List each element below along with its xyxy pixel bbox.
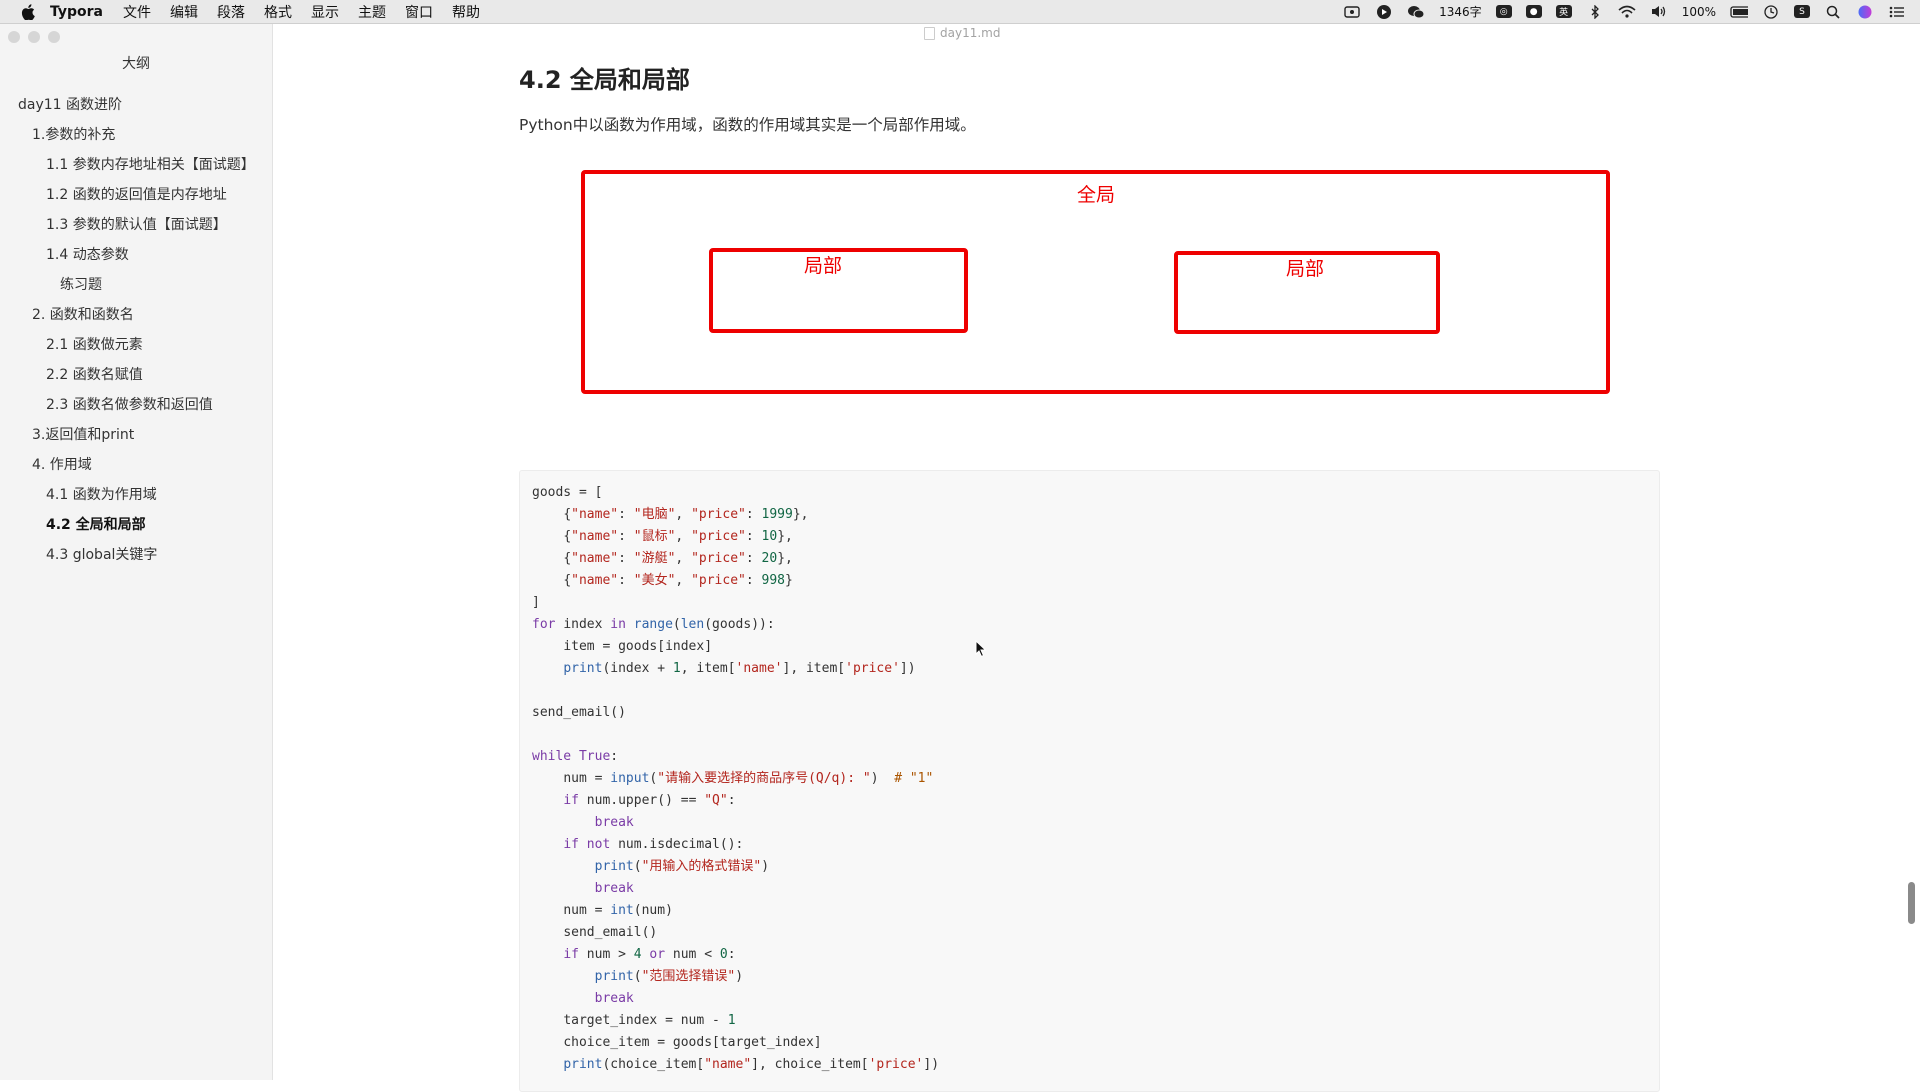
- section-heading: 4.2 全局和局部: [519, 66, 690, 94]
- menu-format[interactable]: 格式: [264, 2, 292, 22]
- menu-file[interactable]: 文件: [123, 2, 151, 22]
- battery-icon[interactable]: [1730, 5, 1748, 19]
- outline-item[interactable]: 1.2 函数的返回值是内存地址: [0, 180, 272, 210]
- code-line: item = goods[index]: [563, 639, 713, 654]
- code-line: num = input("请输入要选择的商品序号(Q/q): ") # "1": [563, 771, 934, 786]
- code-line: {"name": "电脑", "price": 1999},: [563, 507, 809, 522]
- scope-diagram: 全局 局部 局部: [581, 170, 1610, 394]
- media-play-icon[interactable]: [1375, 4, 1393, 19]
- outline-item[interactable]: 2. 函数和函数名: [0, 300, 272, 330]
- close-window-button[interactable]: [8, 31, 20, 43]
- paragraph-text: Python中以函数为作用域，函数的作用域其实是一个局部作用域。: [519, 116, 976, 134]
- mouse-pointer-icon: [975, 640, 987, 658]
- outline-item[interactable]: 4.3 global关键字: [0, 540, 272, 570]
- code-line: send_email(): [532, 705, 626, 720]
- siri-icon[interactable]: [1856, 5, 1874, 19]
- outline-item[interactable]: 练习题: [0, 270, 272, 300]
- window-controls: [8, 31, 60, 43]
- wifi-icon[interactable]: [1618, 5, 1636, 19]
- notification-center-icon[interactable]: [1888, 5, 1906, 19]
- microphone-icon[interactable]: ●: [1525, 5, 1542, 18]
- code-line: {"name": "游艇", "price": 20},: [563, 551, 793, 566]
- outline-item[interactable]: 4.1 函数为作用域: [0, 480, 272, 510]
- menubar: Typora 文件 编辑 段落 格式 显示 主题 窗口 帮助 1346字 ◎ ●…: [0, 0, 1920, 24]
- file-name: day11.md: [940, 26, 1001, 40]
- code-line: if not num.isdecimal():: [563, 837, 744, 852]
- input-language-badge[interactable]: 英: [1555, 5, 1572, 18]
- volume-icon[interactable]: [1650, 5, 1668, 19]
- zoom-window-button[interactable]: [48, 31, 60, 43]
- document-icon: [924, 26, 935, 40]
- outline-item[interactable]: 4.2 全局和局部: [0, 510, 272, 540]
- spotlight-search-icon[interactable]: [1824, 5, 1842, 19]
- local-scope-label-right: 局部: [1286, 258, 1324, 280]
- code-line: ]: [532, 595, 540, 610]
- outline-item[interactable]: day11 函数进阶: [0, 90, 272, 120]
- apple-icon[interactable]: [18, 1, 38, 23]
- wechat-icon[interactable]: [1407, 5, 1425, 19]
- menu-paragraph[interactable]: 段落: [217, 2, 245, 22]
- status-area: 1346字 ◎ ● 英 100% S: [1343, 0, 1906, 23]
- outline-item[interactable]: 2.1 函数做元素: [0, 330, 272, 360]
- code-line: print(choice_item["name"], choice_item['…: [563, 1057, 940, 1072]
- battery-percent: 100%: [1681, 4, 1716, 19]
- code-block[interactable]: goods = [ {"name": "电脑", "price": 1999},…: [519, 470, 1660, 1092]
- outline-item[interactable]: 2.2 函数名赋值: [0, 360, 272, 390]
- vertical-scrollbar[interactable]: [1908, 882, 1915, 924]
- code-line: break: [594, 881, 634, 896]
- app-name-menu[interactable]: Typora: [50, 4, 103, 20]
- menu-theme[interactable]: 主题: [358, 2, 386, 22]
- global-scope-label: 全局: [1077, 184, 1115, 206]
- code-content[interactable]: goods = [ {"name": "电脑", "price": 1999},…: [532, 482, 939, 1076]
- code-line: {"name": "美女", "price": 998}: [563, 573, 793, 588]
- code-line: break: [594, 815, 634, 830]
- minimize-window-button[interactable]: [28, 31, 40, 43]
- code-line: num = int(num): [563, 903, 673, 918]
- code-line: while True:: [532, 749, 619, 764]
- code-line: {"name": "鼠标", "price": 10},: [563, 529, 793, 544]
- menu-view[interactable]: 显示: [311, 2, 339, 22]
- outline-item[interactable]: 2.3 函数名做参数和返回值: [0, 390, 272, 420]
- menu-edit[interactable]: 编辑: [170, 2, 198, 22]
- input-method-icon[interactable]: ◎: [1495, 5, 1512, 18]
- outline-item[interactable]: 1.参数的补充: [0, 120, 272, 150]
- outline-list: day11 函数进阶 1.参数的补充 1.1 参数内存地址相关【面试题】 1.2 函数…: [0, 90, 272, 570]
- code-line: if num.upper() == "Q":: [563, 793, 736, 808]
- code-line: choice_item = goods[target_index]: [563, 1035, 822, 1050]
- word-count[interactable]: 1346字: [1439, 3, 1482, 20]
- sync-app-icon[interactable]: S: [1794, 5, 1810, 18]
- menu-help[interactable]: 帮助: [452, 2, 480, 22]
- bluetooth-icon[interactable]: [1586, 4, 1604, 19]
- code-line: if num > 4 or num < 0:: [563, 947, 736, 962]
- code-line: for index in range(len(goods)):: [532, 617, 775, 632]
- file-title: day11.md: [924, 26, 1000, 40]
- local-scope-label-left: 局部: [804, 255, 842, 277]
- code-line: break: [594, 991, 634, 1006]
- code-line: print(index + 1, item['name'], item['pri…: [563, 661, 916, 676]
- code-line: target_index = num - 1: [563, 1013, 736, 1028]
- clock-icon[interactable]: [1762, 4, 1780, 19]
- outline-sidebar: 大纲 day11 函数进阶 1.参数的补充 1.1 参数内存地址相关【面试题】 1.2…: [0, 24, 273, 1080]
- code-line: print("范围选择错误"): [594, 969, 744, 984]
- menu-window[interactable]: 窗口: [405, 2, 433, 22]
- outline-item[interactable]: 4. 作用域: [0, 450, 272, 480]
- outline-title: 大纲: [122, 56, 150, 72]
- outline-item[interactable]: 3.返回值和print: [0, 420, 272, 450]
- outline-item[interactable]: 1.1 参数内存地址相关【面试题】: [0, 150, 272, 180]
- code-line: send_email(): [563, 925, 658, 940]
- outline-item[interactable]: 1.3 参数的默认值【面试题】: [0, 210, 272, 240]
- code-line: print("用输入的格式错误"): [594, 859, 770, 874]
- screen-record-icon[interactable]: [1343, 5, 1361, 19]
- code-line: goods = [: [532, 485, 603, 500]
- outline-item[interactable]: 1.4 动态参数: [0, 240, 272, 270]
